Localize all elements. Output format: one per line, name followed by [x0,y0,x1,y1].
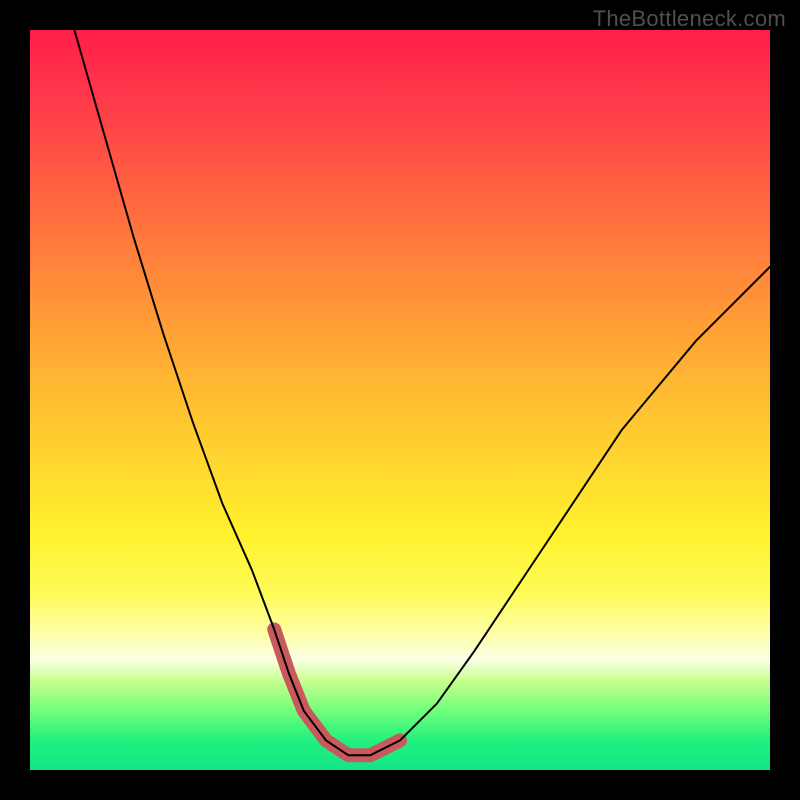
plot-area [30,30,770,770]
curve-accent-minimum [274,629,400,755]
bottleneck-curve [74,30,770,755]
watermark-text: TheBottleneck.com [593,6,786,32]
curve-layer [30,30,770,770]
chart-frame: TheBottleneck.com [0,0,800,800]
